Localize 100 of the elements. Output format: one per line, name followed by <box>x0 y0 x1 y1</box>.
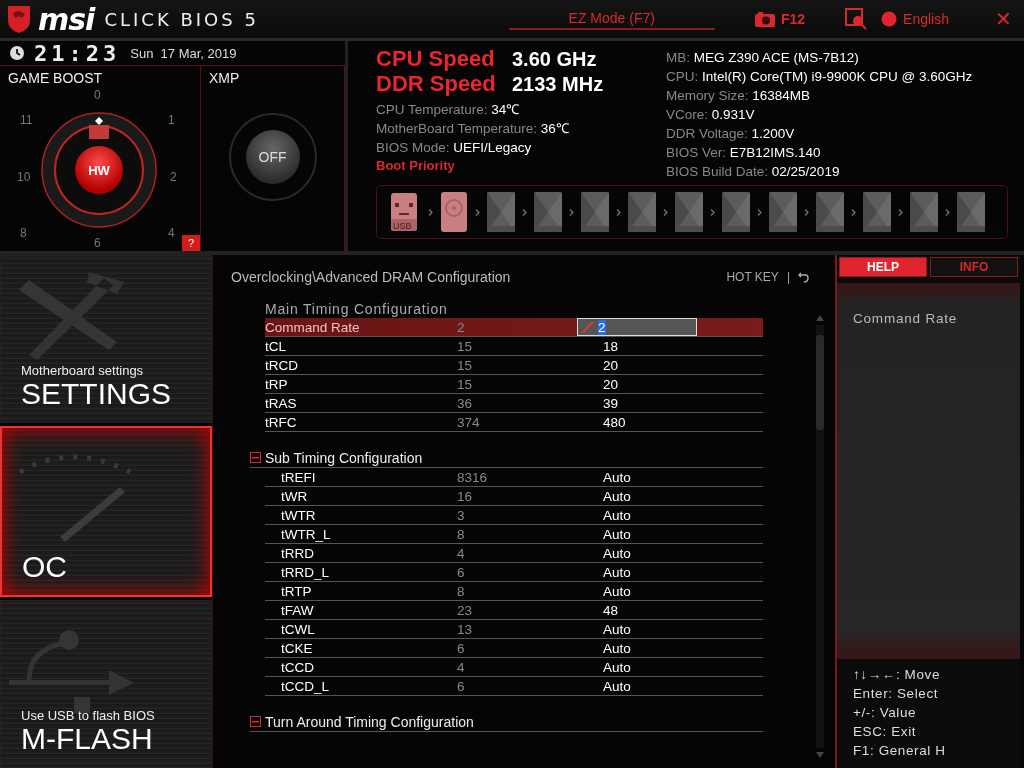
chevron-icon <box>708 208 717 216</box>
chevron-icon <box>802 208 811 216</box>
app-title: CLICK BIOS 5 <box>104 8 259 30</box>
dial-label: 11 <box>20 113 33 127</box>
setting-value: Auto <box>603 621 632 637</box>
system-info-line: BIOS Ver: E7B12IMS.140 <box>666 144 822 162</box>
key-hint: ESC: Exit <box>853 723 918 741</box>
current-value: 8 <box>457 526 466 542</box>
help-text: Command Rate <box>853 311 959 326</box>
empty-slot-icon[interactable] <box>910 192 938 232</box>
setting-row[interactable]: tREFI 8316 Auto <box>265 468 763 487</box>
setting-row[interactable]: tRAS 36 39 <box>265 394 763 413</box>
tile-subtitle: Use USB to flash BIOS <box>21 708 156 723</box>
empty-slot-icon[interactable] <box>722 192 750 232</box>
dial-label: 0 <box>94 88 101 102</box>
value-field[interactable]: 2 <box>577 318 697 336</box>
current-value: 8316 <box>457 469 489 485</box>
setting-value: Auto <box>603 659 632 675</box>
setting-row[interactable]: tFAW 23 48 <box>265 601 763 620</box>
speed-label: CPU Speed <box>376 46 496 72</box>
system-info-line: CPU: Intel(R) Core(TM) i9-9900K CPU @ 3.60GHz <box>666 68 974 86</box>
chevron-icon <box>943 208 952 216</box>
setting-row[interactable]: tRTP 8 Auto <box>265 582 763 601</box>
setting-row[interactable]: tWR 16 Auto <box>265 487 763 506</box>
setting-row[interactable]: tRP 15 20 <box>265 375 763 394</box>
current-value: 2 <box>457 319 466 335</box>
setting-name: tRFC <box>265 414 298 430</box>
dial-label: 10 <box>17 170 31 184</box>
setting-row[interactable]: tCCD_L 6 Auto <box>265 677 763 696</box>
tile-title: M-FLASH <box>21 723 154 755</box>
chevron-icon <box>473 208 482 216</box>
help-badge[interactable]: ? <box>182 235 200 251</box>
empty-slot-icon[interactable] <box>816 192 844 232</box>
xmp-button[interactable]: OFF <box>245 129 300 184</box>
language-button[interactable]: English <box>881 11 949 27</box>
chevron-icon <box>614 208 623 216</box>
clock-icon <box>10 46 24 60</box>
setting-row[interactable]: Command Rate 2 2 <box>265 318 763 337</box>
setting-row[interactable]: tCCD 4 Auto <box>265 658 763 677</box>
separator-text: | <box>786 270 790 284</box>
setting-name: tCCD <box>281 659 315 675</box>
setting-row[interactable]: tWTR_L 8 Auto <box>265 525 763 544</box>
chevron-icon <box>849 208 858 216</box>
collapse-toggle[interactable] <box>250 452 261 463</box>
setting-value: Auto <box>603 526 632 542</box>
current-value: 16 <box>457 488 474 504</box>
tile-subtitle: Motherboard settings <box>21 363 145 379</box>
setting-value: Auto <box>603 583 632 599</box>
setting-value: 20 <box>603 376 620 392</box>
menu-tile[interactable]: OC <box>0 426 212 597</box>
empty-slot-icon[interactable] <box>628 192 656 232</box>
back-icon[interactable] <box>798 271 809 283</box>
setting-row[interactable]: tCWL 13 Auto <box>265 620 763 639</box>
hot-key-button[interactable]: HOT KEY <box>726 270 779 284</box>
search-icon[interactable] <box>845 8 868 30</box>
boot-priority-title: Boot Priority <box>376 158 456 173</box>
setting-value: 18 <box>603 338 620 354</box>
setting-row[interactable]: tCKE 6 Auto <box>265 639 763 658</box>
empty-slot-icon[interactable] <box>581 192 609 232</box>
empty-slot-icon[interactable] <box>769 192 797 232</box>
setting-row[interactable]: tWTR 3 Auto <box>265 506 763 525</box>
dial-label: 6 <box>94 236 101 250</box>
pencil-icon <box>582 321 594 333</box>
panel-title: XMP <box>208 69 241 88</box>
section-title: Sub Timing Configuration <box>265 449 423 466</box>
chevron-icon <box>426 208 435 216</box>
empty-slot-icon[interactable] <box>863 192 891 232</box>
setting-row[interactable]: tCL 15 18 <box>265 337 763 356</box>
setting-value: 39 <box>603 395 620 411</box>
scroll-down-icon[interactable] <box>816 752 824 758</box>
setting-value: Auto <box>603 507 632 523</box>
empty-slot-icon[interactable] <box>957 192 985 232</box>
setting-value: Auto <box>603 488 632 504</box>
empty-slot-icon[interactable] <box>487 192 515 232</box>
screenshot-button[interactable]: F12 <box>754 11 806 27</box>
key-hint: F1: General H <box>853 742 947 760</box>
setting-row[interactable]: tRRD 4 Auto <box>265 544 763 563</box>
menu-tile[interactable]: Use USB to flash BIOS M-FLASH <box>0 599 212 768</box>
setting-name: tCWL <box>281 621 316 637</box>
chevron-icon <box>567 208 576 216</box>
setting-row[interactable]: tRCD 15 20 <box>265 356 763 375</box>
setting-row[interactable]: tRRD_L 6 Auto <box>265 563 763 582</box>
empty-slot-icon[interactable] <box>675 192 703 232</box>
setting-name: tWTR <box>281 507 317 523</box>
close-button[interactable]: ✕ <box>995 7 1012 31</box>
empty-slot-icon[interactable] <box>534 192 562 232</box>
panel-tab[interactable]: HELP <box>839 257 927 277</box>
panel-tab[interactable]: INFO <box>930 257 1018 277</box>
scrollbar-thumb[interactable] <box>816 335 824 430</box>
scroll-up-icon[interactable] <box>816 315 824 321</box>
globe-icon <box>881 11 898 27</box>
speed-value: 3.60 GHz <box>512 48 597 71</box>
setting-value: 480 <box>603 414 627 430</box>
setting-row[interactable]: tRFC 374 480 <box>265 413 763 432</box>
collapse-toggle[interactable] <box>250 716 261 727</box>
setting-name: tRRD <box>281 545 315 561</box>
breadcrumb: Overclocking\Advanced DRAM Configuration <box>231 269 511 285</box>
menu-tile[interactable]: Motherboard settings SETTINGS <box>0 255 212 424</box>
ez-mode-button[interactable]: EZ Mode (F7) <box>508 8 715 30</box>
current-value: 15 <box>457 338 474 354</box>
